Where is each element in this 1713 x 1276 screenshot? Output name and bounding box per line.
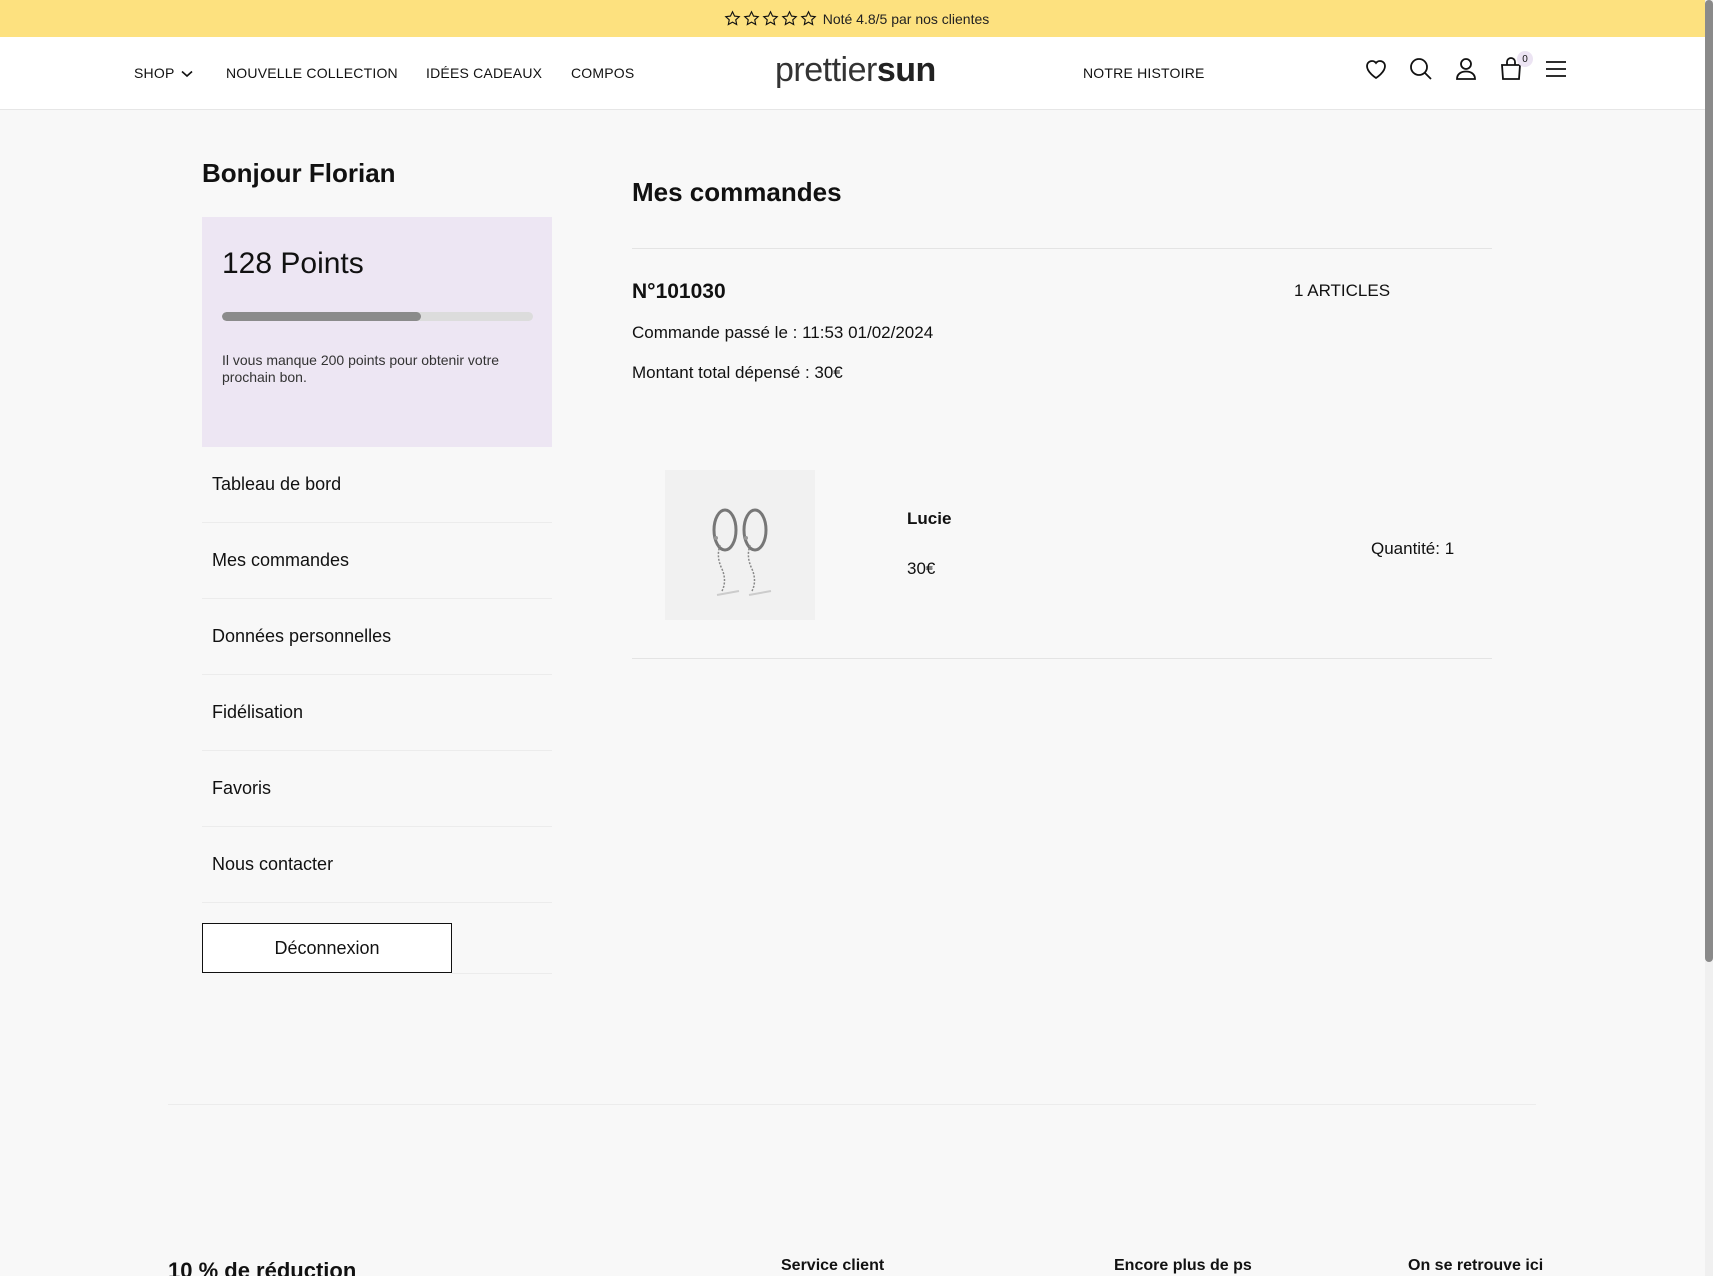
star-icon bbox=[743, 10, 760, 26]
menu-item-mes-commandes[interactable]: Mes commandes bbox=[202, 523, 552, 599]
nav-nouvelle-collection[interactable]: NOUVELLE COLLECTION bbox=[226, 65, 398, 81]
menu-icon[interactable] bbox=[1542, 55, 1570, 83]
page-scrollbar[interactable] bbox=[1705, 0, 1713, 1276]
points-progress-fill bbox=[222, 312, 422, 321]
logo-light-text: prettier bbox=[775, 51, 877, 89]
nav-notre-histoire[interactable]: NOTRE HISTOIRE bbox=[1083, 65, 1205, 81]
points-hint: Il vous manque 200 points pour obtenir v… bbox=[222, 352, 500, 385]
scrollbar-thumb[interactable] bbox=[1705, 0, 1713, 962]
rating-stars bbox=[724, 10, 817, 27]
menu-item-nous-contacter[interactable]: Nous contacter bbox=[202, 827, 552, 903]
nav-shop[interactable]: SHOP bbox=[134, 65, 193, 81]
product-name[interactable]: Lucie bbox=[907, 509, 951, 529]
star-icon bbox=[781, 10, 798, 26]
star-icon bbox=[724, 10, 741, 26]
points-progress-bar bbox=[222, 312, 533, 321]
rating-text: Noté 4.8/5 par nos clientes bbox=[822, 10, 990, 27]
order-total: Montant total dépensé : 30€ bbox=[632, 363, 843, 382]
hoop-earrings-image[interactable] bbox=[665, 470, 815, 620]
greeting-title: Bonjour Florian bbox=[202, 158, 396, 188]
order-number: N°101030 bbox=[632, 280, 726, 303]
product-price: 30€ bbox=[907, 559, 936, 578]
footer-promo-title: 10 % de réduction bbox=[168, 1258, 357, 1276]
footer-col-on-se-retrouve: On se retrouve ici bbox=[1408, 1257, 1544, 1274]
divider bbox=[632, 248, 1492, 249]
menu-item-fidelisation[interactable]: Fidélisation bbox=[202, 675, 552, 751]
divider bbox=[168, 1104, 1536, 1105]
divider bbox=[632, 658, 1492, 659]
nav-compos[interactable]: COMPOS bbox=[571, 65, 634, 81]
orders-title: Mes commandes bbox=[632, 177, 842, 207]
cart-count-badge: 0 bbox=[1517, 51, 1533, 67]
logout-button[interactable]: Déconnexion bbox=[202, 923, 452, 973]
account-menu: Tableau de bord Mes commandes Données pe… bbox=[202, 447, 552, 903]
earrings-illustration bbox=[712, 508, 772, 596]
star-icon bbox=[762, 10, 779, 26]
nav-shop-label: SHOP bbox=[134, 65, 175, 81]
chevron-down-icon bbox=[181, 71, 193, 78]
site-header: SHOP NOUVELLE COLLECTION IDÉES CADEAUX C… bbox=[0, 37, 1705, 110]
star-icon bbox=[800, 10, 817, 26]
user-icon[interactable] bbox=[1452, 55, 1480, 83]
footer-col-service-client: Service client bbox=[781, 1257, 885, 1274]
divider bbox=[452, 973, 552, 974]
product-quantity: Quantité: 1 bbox=[1371, 539, 1455, 558]
menu-item-favoris[interactable]: Favoris bbox=[202, 751, 552, 827]
order-date: Commande passé le : 11:53 01/02/2024 bbox=[632, 323, 934, 342]
rating-banner: Noté 4.8/5 par nos clientes bbox=[0, 0, 1713, 37]
order-article-count: 1 ARTICLES bbox=[1294, 281, 1391, 300]
site-logo[interactable]: prettiersun bbox=[775, 51, 936, 90]
search-icon[interactable] bbox=[1407, 55, 1435, 83]
loyalty-points-card: 128 Points Il vous manque 200 points pou… bbox=[202, 217, 552, 447]
logo-bold-text: sun bbox=[876, 51, 936, 89]
nav-idees-cadeaux[interactable]: IDÉES CADEAUX bbox=[426, 65, 542, 81]
footer-col-encore-plus: Encore plus de ps bbox=[1114, 1257, 1252, 1274]
heart-icon[interactable] bbox=[1362, 55, 1390, 83]
menu-item-donnees-personnelles[interactable]: Données personnelles bbox=[202, 599, 552, 675]
points-total: 128 Points bbox=[222, 247, 364, 280]
menu-item-tableau-de-bord[interactable]: Tableau de bord bbox=[202, 447, 552, 523]
